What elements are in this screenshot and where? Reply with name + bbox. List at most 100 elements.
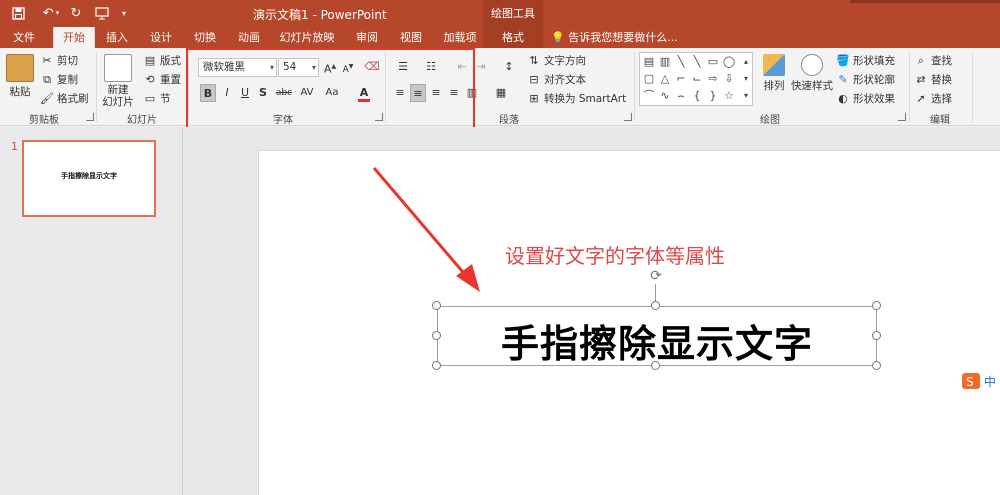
find-button[interactable]: ⌕ 查找 xyxy=(914,53,952,68)
rotate-handle-icon[interactable]: ⟳ xyxy=(648,268,664,284)
tab-transitions[interactable]: 切换 xyxy=(188,27,222,48)
quick-styles-label: 快速样式 xyxy=(791,80,833,92)
star-shape-icon[interactable]: ☆ xyxy=(722,89,736,103)
drawing-launcher-icon[interactable] xyxy=(898,113,906,121)
start-slideshow-icon[interactable] xyxy=(92,4,112,22)
slide-number: 1 xyxy=(11,140,18,153)
line-spacing-icon[interactable]: ↕ xyxy=(498,58,520,76)
gallery-scroll-up-icon[interactable]: ▴ xyxy=(739,55,753,69)
tab-insert[interactable]: 插入 xyxy=(100,27,134,48)
elbow-connector-icon[interactable]: ⌐ xyxy=(674,72,688,86)
reset-label: 重置 xyxy=(160,74,181,86)
shape-effects-label: 形状效果 xyxy=(853,93,895,105)
arc-shape-icon[interactable]: ⌢ xyxy=(674,89,688,103)
new-slide-icon xyxy=(104,54,132,82)
format-painter-button[interactable]: 🖌 格式刷 xyxy=(40,91,88,106)
brace-shape-icon[interactable]: { xyxy=(690,89,704,103)
layout-button[interactable]: ▤ 版式 xyxy=(143,53,181,68)
resize-handle[interactable] xyxy=(432,361,441,370)
tab-home[interactable]: 开始 xyxy=(53,27,95,48)
group-divider xyxy=(972,52,973,122)
resize-handle[interactable] xyxy=(872,361,881,370)
editing-group-label: 编辑 xyxy=(930,115,950,126)
ribbon-tab-bar: 文件 开始 插入 设计 切换 动画 幻灯片放映 审阅 视图 加载项 格式 💡 告… xyxy=(0,27,1000,48)
shapes-gallery[interactable]: ▤ ▥ ╲ ╲ ▭ ◯ ▢ △ ⌐ ⌙ ⇨ ⇩ ⌒ ∿ ⌢ { } ☆ ▴ ▾ … xyxy=(639,52,753,106)
arrange-button[interactable]: 排列 xyxy=(759,54,789,93)
resize-handle[interactable] xyxy=(872,301,881,310)
cut-button[interactable]: ✂ 剪切 xyxy=(40,53,78,68)
select-button[interactable]: ➚ 选择 xyxy=(914,91,952,106)
curve-shape-icon[interactable]: ∿ xyxy=(658,89,672,103)
align-text-button[interactable]: ⊟ 对齐文本 xyxy=(527,72,586,87)
replace-button[interactable]: ⇄ 替换 xyxy=(914,72,952,87)
elbow-connector-icon[interactable]: ⌙ xyxy=(690,72,704,86)
redo-icon[interactable]: ↻ xyxy=(68,4,84,22)
resize-handle[interactable] xyxy=(651,301,660,310)
reset-button[interactable]: ⟲ 重置 xyxy=(143,72,181,87)
text-direction-button[interactable]: ⇅ 文字方向 xyxy=(527,53,586,68)
oval-shape-icon[interactable]: ◯ xyxy=(722,55,736,69)
freeform-shape-icon[interactable]: ⌒ xyxy=(642,89,656,103)
line-shape-icon[interactable]: ╲ xyxy=(674,55,688,69)
tab-review[interactable]: 审阅 xyxy=(350,27,384,48)
text-direction-icon: ⇅ xyxy=(529,53,539,67)
selected-text-box[interactable]: 手指擦除显示文字 xyxy=(437,306,877,366)
paste-button[interactable]: 粘贴 xyxy=(5,54,35,99)
right-arrow-shape-icon[interactable]: ⇨ xyxy=(706,72,720,86)
resize-handle[interactable] xyxy=(432,301,441,310)
clipboard-launcher-icon[interactable] xyxy=(86,113,94,121)
document-title: 演示文稿1 - PowerPoint xyxy=(253,8,387,22)
rectangle-shape-icon[interactable]: ▭ xyxy=(706,55,720,69)
rounded-rect-shape-icon[interactable]: ▢ xyxy=(642,72,656,86)
down-arrow-shape-icon[interactable]: ⇩ xyxy=(722,72,736,86)
quick-styles-button[interactable]: 快速样式 xyxy=(790,54,834,93)
increase-indent-icon[interactable]: ⇥ xyxy=(473,58,489,76)
cursor-icon: ➚ xyxy=(916,91,926,105)
magnifier-icon: ⌕ xyxy=(917,53,925,67)
line-shape-icon[interactable]: ╲ xyxy=(690,55,704,69)
title-bar: ↶ ▾ ↻ ▾ 演示文稿1 - PowerPoint 绘图工具 xyxy=(0,0,1000,27)
tab-view[interactable]: 视图 xyxy=(394,27,428,48)
save-icon[interactable] xyxy=(10,4,26,22)
smartart-icon: ⊞ xyxy=(529,91,539,105)
new-slide-button[interactable]: 新建 幻灯片 xyxy=(100,54,136,108)
tell-me-box[interactable]: 💡 告诉我您想要做什么... xyxy=(551,27,678,48)
annotation-text: 设置好文字的字体等属性 xyxy=(505,244,725,268)
brace-shape-icon[interactable]: } xyxy=(706,89,720,103)
shape-fill-label: 形状填充 xyxy=(853,55,895,67)
tab-animations[interactable]: 动画 xyxy=(232,27,266,48)
tab-format[interactable]: 格式 xyxy=(483,27,543,48)
copy-button[interactable]: ⧉ 复制 xyxy=(40,72,78,87)
tab-file[interactable]: 文件 xyxy=(6,27,42,48)
gallery-more-icon[interactable]: ▾ xyxy=(739,89,753,103)
annotation-arrow xyxy=(372,167,480,292)
tab-slideshow[interactable]: 幻灯片放映 xyxy=(276,27,338,48)
section-icon: ▭ xyxy=(144,91,156,105)
tab-addins[interactable]: 加载项 xyxy=(438,27,482,48)
undo-icon[interactable]: ↶ ▾ xyxy=(40,4,62,22)
paragraph-launcher-icon[interactable] xyxy=(624,113,632,121)
customize-toolbar-icon[interactable]: ▾ xyxy=(118,4,130,22)
resize-handle[interactable] xyxy=(872,331,881,340)
gallery-scroll-down-icon[interactable]: ▾ xyxy=(739,72,753,86)
clipboard-icon xyxy=(6,54,34,82)
select-label: 选择 xyxy=(931,93,952,105)
main-slide-text[interactable]: 手指擦除显示文字 xyxy=(438,313,876,368)
columns-icon[interactable]: ▦ xyxy=(490,84,512,102)
triangle-shape-icon[interactable]: △ xyxy=(658,72,672,86)
paint-bucket-icon: 🪣 xyxy=(836,53,850,67)
convert-smartart-button[interactable]: ⊞ 转换为 SmartArt xyxy=(527,91,626,106)
vertical-text-box-icon[interactable]: ▥ xyxy=(658,55,672,69)
shape-fill-button[interactable]: 🪣 形状填充 xyxy=(836,53,895,68)
tab-design[interactable]: 设计 xyxy=(144,27,178,48)
slide-thumbnail[interactable]: 手指擦除显示文字 xyxy=(22,140,156,217)
section-button[interactable]: ▭ 节 xyxy=(143,91,171,106)
resize-handle[interactable] xyxy=(651,361,660,370)
group-divider xyxy=(96,52,97,122)
text-box-icon[interactable]: ▤ xyxy=(642,55,656,69)
drawing-group-label: 绘图 xyxy=(760,115,780,126)
resize-handle[interactable] xyxy=(432,331,441,340)
shape-outline-button[interactable]: ✎ 形状轮廓 xyxy=(836,72,895,87)
shape-effects-button[interactable]: ◐ 形状效果 xyxy=(836,91,895,106)
copy-label: 复制 xyxy=(57,74,78,86)
